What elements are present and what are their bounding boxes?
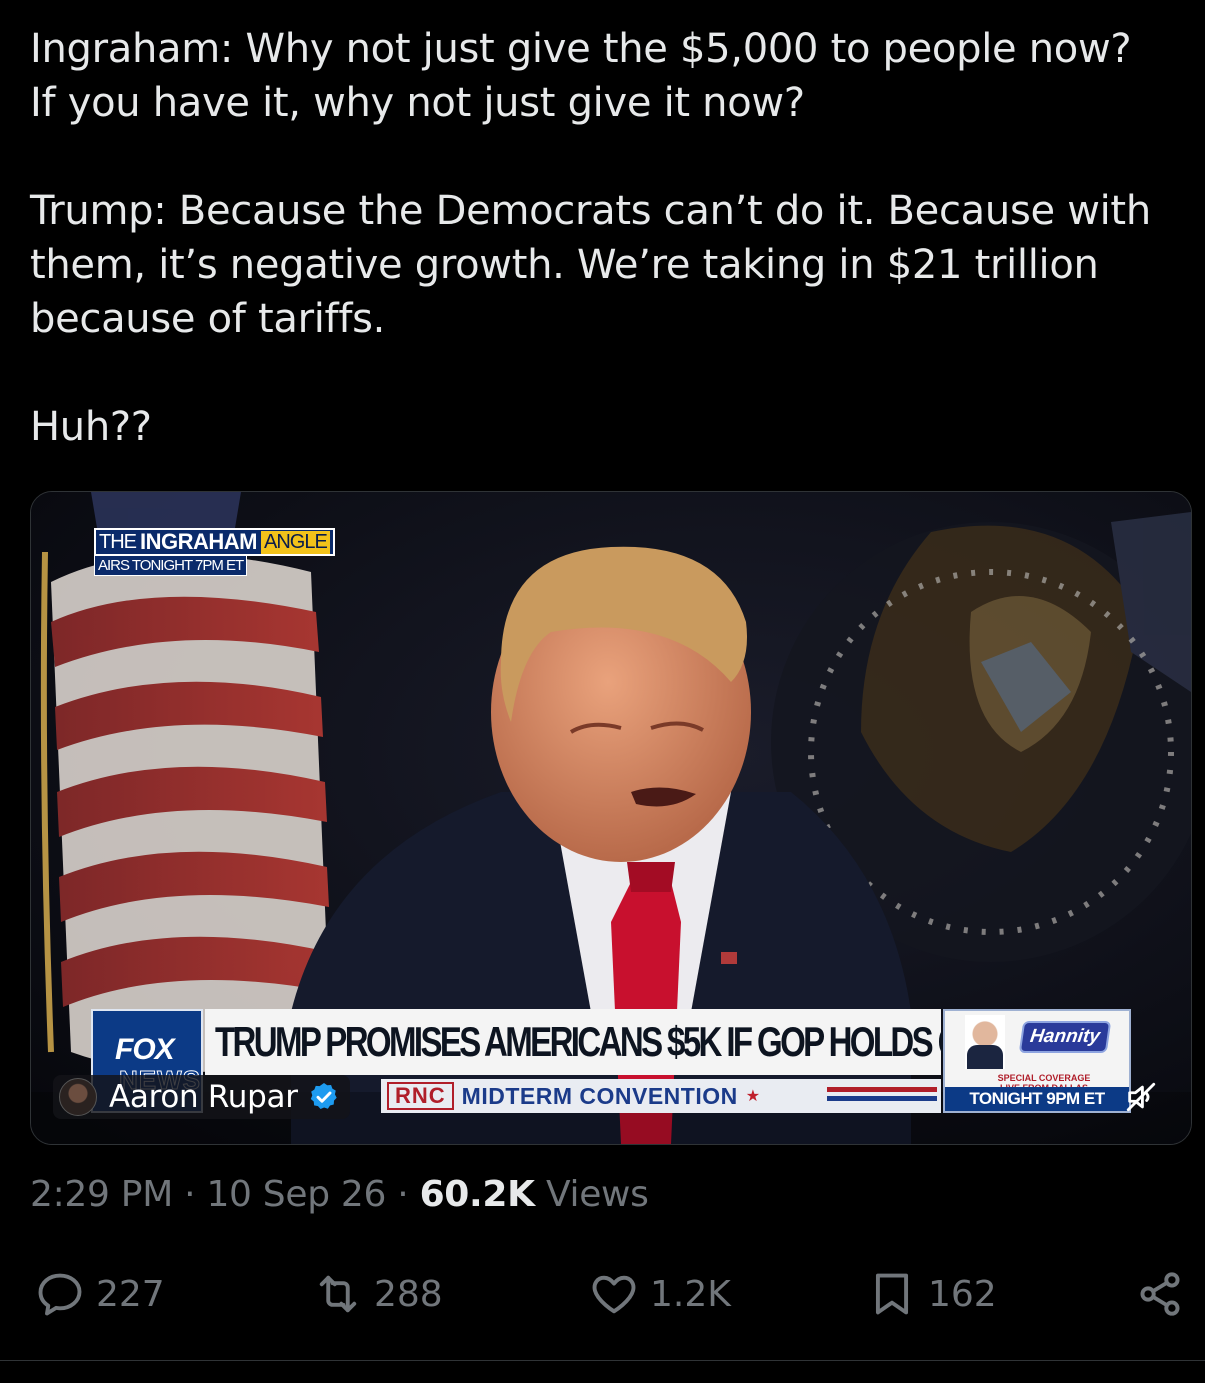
tweet-line: Huh?? bbox=[30, 404, 152, 450]
speaker-muted-icon bbox=[1126, 1082, 1156, 1112]
fox-word: FOX bbox=[115, 1033, 175, 1066]
repost-icon bbox=[319, 1275, 357, 1313]
divider bbox=[0, 1360, 1205, 1361]
hannity-logo: Hannity bbox=[1021, 1023, 1109, 1051]
bug-name: INGRAHAM bbox=[140, 529, 258, 554]
midterm-text: MIDTERM CONVENTION bbox=[461, 1082, 738, 1109]
share-button[interactable] bbox=[1134, 1262, 1186, 1326]
author-name[interactable]: Aaron Rupar bbox=[109, 1079, 298, 1115]
tweet-date[interactable]: 10 Sep 26 bbox=[206, 1174, 386, 1215]
views-count: 60.2K bbox=[419, 1174, 536, 1215]
tweet-line: because of tariffs. bbox=[30, 296, 386, 342]
verified-badge-icon bbox=[310, 1083, 337, 1109]
repost-button[interactable]: 288 bbox=[312, 1262, 443, 1326]
avatar[interactable] bbox=[59, 1078, 97, 1116]
hannity-avatar bbox=[965, 1015, 1005, 1069]
repost-count: 288 bbox=[374, 1273, 443, 1315]
like-count: 1.2K bbox=[650, 1273, 731, 1315]
views-label: Views bbox=[545, 1174, 649, 1215]
bookmark-button[interactable]: 162 bbox=[866, 1262, 997, 1326]
tweet-line: Trump: Because the Democrats can’t do it… bbox=[30, 188, 1151, 234]
bookmark-icon bbox=[875, 1273, 909, 1315]
video-author-chip[interactable]: Aaron Rupar bbox=[53, 1075, 350, 1119]
mute-button[interactable] bbox=[1121, 1077, 1161, 1117]
bug-angle: ANGLE bbox=[261, 530, 330, 554]
ingraham-angle-bug: THE INGRAHAM ANGLE AIRS TONIGHT 7PM ET bbox=[94, 528, 335, 576]
bug-the: THE bbox=[99, 530, 137, 553]
sub-bar: RNC MIDTERM CONVENTION ★ bbox=[381, 1079, 941, 1113]
tweet-meta: 2:29 PM · 10 Sep 26 · 60.2K Views bbox=[30, 1174, 649, 1215]
bug-airs: AIRS TONIGHT 7PM ET bbox=[94, 556, 248, 576]
reply-icon bbox=[38, 1273, 82, 1316]
tweet-line: them, it’s negative growth. We’re taking… bbox=[30, 242, 1099, 288]
hannity-special-line1: SPECIAL COVERAGE bbox=[997, 1073, 1091, 1083]
decorative-lines bbox=[827, 1087, 937, 1105]
like-button[interactable]: 1.2K bbox=[588, 1262, 731, 1326]
separator: · bbox=[184, 1174, 196, 1215]
action-bar: 227 288 1.2K 162 bbox=[0, 1262, 1205, 1326]
reply-button[interactable]: 227 bbox=[34, 1262, 165, 1326]
tweet-time[interactable]: 2:29 PM bbox=[30, 1174, 173, 1215]
share-icon bbox=[1140, 1272, 1180, 1316]
reply-count: 227 bbox=[96, 1273, 165, 1315]
separator: · bbox=[397, 1174, 409, 1215]
heart-icon bbox=[592, 1275, 636, 1314]
headline-bar: TRUMP PROMISES AMERICANS $5K IF GOP HOLD… bbox=[205, 1009, 1108, 1075]
rnc-badge: RNC bbox=[387, 1082, 454, 1110]
star-icon: ★ bbox=[745, 1088, 761, 1105]
tweet-line: Ingraham: Why not just give the $5,000 t… bbox=[30, 26, 1132, 72]
tweet-text: Ingraham: Why not just give the $5,000 t… bbox=[30, 22, 1195, 454]
video-player[interactable]: THE INGRAHAM ANGLE AIRS TONIGHT 7PM ET F… bbox=[30, 491, 1192, 1145]
hannity-tonight: TONIGHT 9PM ET bbox=[945, 1087, 1129, 1111]
tweet-line: If you have it, why not just give it now… bbox=[30, 80, 805, 126]
hannity-promo: Hannity SPECIAL COVERAGE LIVE FROM DALLA… bbox=[943, 1009, 1131, 1113]
bookmark-count: 162 bbox=[928, 1273, 997, 1315]
